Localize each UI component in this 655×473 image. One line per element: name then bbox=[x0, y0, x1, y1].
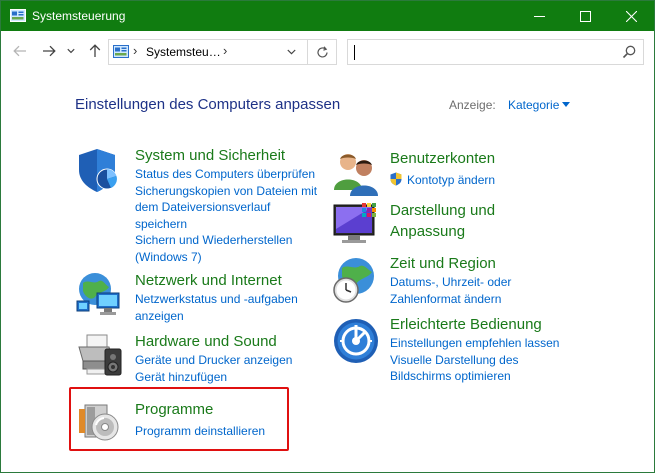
link-backup-restore-line1[interactable]: Sichern und Wiederherstellen bbox=[135, 232, 292, 249]
chevron-down-icon bbox=[67, 48, 75, 54]
arrow-up-icon bbox=[89, 44, 101, 57]
view-dropdown-arrow-icon[interactable] bbox=[562, 102, 570, 107]
navigation-bar: › Systemsteu… › bbox=[1, 31, 654, 73]
text-caret bbox=[354, 45, 355, 60]
clock-globe-icon[interactable] bbox=[332, 256, 380, 304]
category-heading-appearance-line2[interactable]: Anpassung bbox=[390, 221, 465, 242]
display-colors-icon[interactable] bbox=[332, 201, 380, 249]
up-button[interactable] bbox=[84, 40, 106, 62]
arrow-left-icon bbox=[13, 45, 26, 57]
search-input[interactable] bbox=[350, 42, 610, 62]
category-heading-ease-of-access[interactable]: Erleichterte Bedienung bbox=[390, 314, 542, 335]
ease-of-access-icon[interactable] bbox=[332, 317, 380, 365]
forward-button[interactable] bbox=[38, 40, 60, 62]
category-heading-user-accounts[interactable]: Benutzerkonten bbox=[390, 148, 495, 169]
control-panel-content: Einstellungen des Computers anpassen Anz… bbox=[1, 73, 654, 472]
link-backup-restore-line2[interactable]: (Windows 7) bbox=[135, 249, 202, 266]
printer-speaker-icon[interactable] bbox=[75, 331, 123, 379]
link-file-history-backup-line3[interactable]: speichern bbox=[135, 216, 187, 233]
minimize-button[interactable] bbox=[516, 1, 562, 31]
category-heading-time-region[interactable]: Zeit und Region bbox=[390, 253, 496, 274]
minimize-icon bbox=[533, 15, 545, 17]
window-title: Systemsteuerung bbox=[32, 9, 126, 23]
category-heading-network-internet[interactable]: Netzwerk und Internet bbox=[135, 270, 282, 291]
link-devices-printers[interactable]: Geräte und Drucker anzeigen bbox=[135, 352, 292, 369]
link-date-time-format-line2[interactable]: Zahlenformat ändern bbox=[390, 291, 501, 308]
link-file-history-backup-line2[interactable]: dem Dateiversionsverlauf bbox=[135, 199, 270, 216]
address-root-separator[interactable]: › bbox=[133, 43, 137, 58]
refresh-icon bbox=[317, 45, 328, 58]
address-history-dropdown[interactable] bbox=[281, 42, 301, 62]
link-optimize-display-line2[interactable]: Bildschirms optimieren bbox=[390, 368, 511, 385]
close-button[interactable] bbox=[608, 1, 654, 31]
back-button[interactable] bbox=[9, 40, 31, 62]
page-title: Einstellungen des Computers anpassen bbox=[75, 96, 341, 113]
link-change-account-type[interactable]: Kontotyp ändern bbox=[407, 172, 495, 189]
maximize-icon bbox=[579, 10, 591, 22]
link-network-status-line1[interactable]: Netzwerkstatus und -aufgaben bbox=[135, 291, 298, 308]
control-panel-app-icon bbox=[10, 9, 26, 22]
category-heading-system-security[interactable]: System und Sicherheit bbox=[135, 145, 285, 166]
category-heading-appearance-line1[interactable]: Darstellung und bbox=[390, 200, 495, 221]
link-network-status-line2[interactable]: anzeigen bbox=[135, 308, 184, 325]
shield-pie-icon[interactable] bbox=[75, 146, 123, 194]
control-panel-location-icon bbox=[113, 45, 129, 58]
address-breadcrumb-control-panel[interactable]: Systemsteu… bbox=[146, 45, 221, 59]
users-icon[interactable] bbox=[332, 150, 380, 198]
view-by-label: Anzeige: bbox=[449, 98, 496, 112]
network-globe-icon[interactable] bbox=[75, 271, 123, 319]
link-recommend-settings[interactable]: Einstellungen empfehlen lassen bbox=[390, 335, 559, 352]
link-add-device[interactable]: Gerät hinzufügen bbox=[135, 369, 227, 386]
programs-highlight-box bbox=[69, 387, 289, 451]
address-breadcrumb-separator[interactable]: › bbox=[223, 43, 227, 58]
arrow-right-icon bbox=[43, 45, 56, 57]
uac-shield-icon bbox=[390, 172, 402, 186]
refresh-button[interactable] bbox=[307, 40, 337, 64]
search-icon[interactable] bbox=[621, 44, 637, 60]
category-heading-hardware-sound[interactable]: Hardware und Sound bbox=[135, 331, 277, 352]
link-check-computer-status[interactable]: Status des Computers überprüfen bbox=[135, 166, 315, 183]
search-box[interactable] bbox=[347, 39, 644, 65]
close-icon bbox=[625, 10, 637, 22]
control-panel-window: Systemsteuerung › Systemsteu… › Einstell… bbox=[0, 0, 655, 473]
address-bar[interactable]: › Systemsteu… › bbox=[108, 39, 337, 65]
maximize-button[interactable] bbox=[562, 1, 608, 31]
view-by-dropdown[interactable]: Kategorie bbox=[508, 98, 559, 112]
recent-locations-button[interactable] bbox=[64, 40, 78, 62]
link-file-history-backup-line1[interactable]: Sicherungskopien von Dateien mit bbox=[135, 183, 317, 200]
link-optimize-display-line1[interactable]: Visuelle Darstellung des bbox=[390, 352, 519, 369]
title-bar[interactable]: Systemsteuerung bbox=[1, 1, 654, 31]
chevron-down-icon bbox=[286, 49, 296, 55]
link-date-time-format-line1[interactable]: Datums-, Uhrzeit- oder bbox=[390, 274, 511, 291]
